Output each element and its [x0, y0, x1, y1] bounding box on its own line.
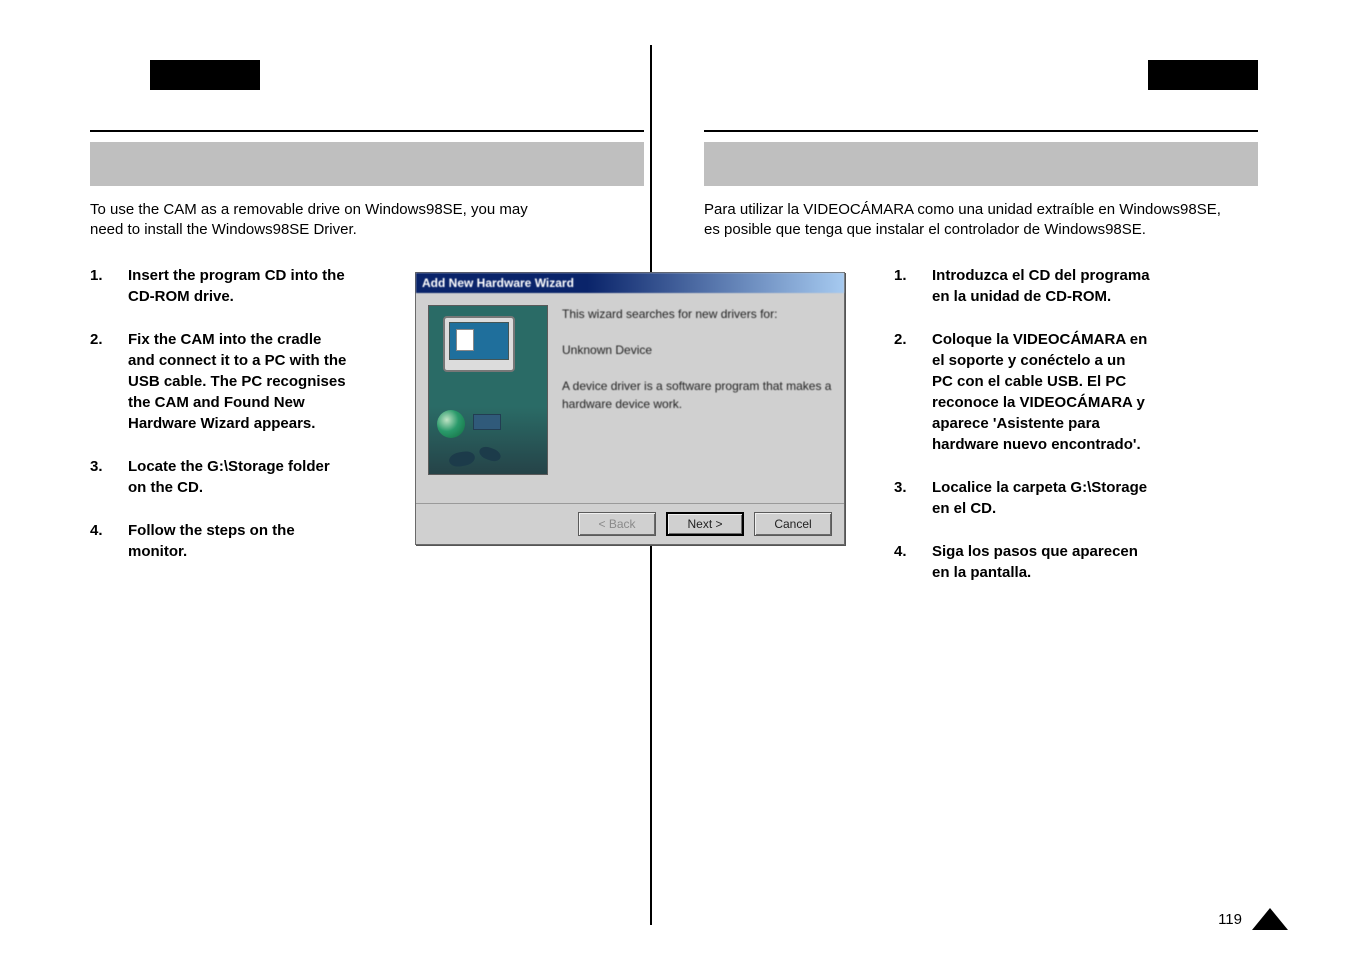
list-item: 4. Siga los pasos que aparecen en la pan…: [894, 541, 1258, 583]
manual-page: To use the CAM as a removable drive on W…: [0, 0, 1348, 954]
step-number: 2.: [90, 329, 108, 434]
section-title-band-left: [90, 142, 644, 186]
section-rule: [90, 130, 644, 132]
document-icon: [456, 329, 474, 351]
wizard-titlebar: Add New Hardware Wizard: [416, 273, 844, 293]
add-new-hardware-wizard-dialog: Add New Hardware Wizard This wizard sear…: [415, 272, 845, 545]
step-text: Fix the CAM into the cradle and connect …: [128, 329, 346, 434]
intro-text-es: Para utilizar la VIDEOCÁMARA como una un…: [704, 200, 1258, 241]
header-blackbar-right: [1148, 60, 1258, 90]
wizard-line1: This wizard searches for new drivers for…: [562, 305, 832, 323]
page-number: 119: [1218, 911, 1242, 928]
step-number: 1.: [894, 265, 912, 307]
step-number: 4.: [894, 541, 912, 583]
step-text: Introduzca el CD del programa en la unid…: [932, 265, 1150, 307]
step-number: 3.: [894, 477, 912, 519]
list-item: 1. Introduzca el CD del programa en la u…: [894, 265, 1258, 307]
header-blackbar-left: [150, 60, 260, 90]
wizard-body: This wizard searches for new drivers for…: [416, 293, 844, 503]
decorative-blob: [478, 445, 503, 464]
step-text: Siga los pasos que aparecen en la pantal…: [932, 541, 1138, 583]
step-number: 4.: [90, 520, 108, 562]
wizard-line2: Unknown Device: [562, 341, 832, 359]
step-text: Insert the program CD into the CD-ROM dr…: [128, 265, 345, 307]
section-rule: [704, 130, 1258, 132]
wizard-text: This wizard searches for new drivers for…: [562, 305, 832, 491]
step-text: Coloque la VIDEOCÁMARA en el soporte y c…: [932, 329, 1147, 455]
section-title-band-right: [704, 142, 1258, 186]
step-number: 1.: [90, 265, 108, 307]
step-text: Localice la carpeta G:\Storage en el CD.: [932, 477, 1147, 519]
step-text: Follow the steps on the monitor.: [128, 520, 295, 562]
list-item: 3. Localice la carpeta G:\Storage en el …: [894, 477, 1258, 519]
steps-list-es: 1. Introduzca el CD del programa en la u…: [894, 265, 1258, 605]
wizard-graphic: [428, 305, 548, 475]
monitor-icon: [443, 316, 515, 372]
wizard-line3: A device driver is a software program th…: [562, 377, 832, 413]
list-item: 2. Coloque la VIDEOCÁMARA en el soporte …: [894, 329, 1258, 455]
back-button[interactable]: < Back: [578, 512, 656, 536]
step-text: Locate the G:\Storage folder on the CD.: [128, 456, 330, 498]
wizard-button-row: < Back Next > Cancel: [416, 503, 844, 544]
decorative-blob: [448, 450, 476, 468]
next-button[interactable]: Next >: [666, 512, 744, 536]
monitor-screen: [449, 322, 509, 360]
chip-icon: [473, 414, 501, 430]
cancel-button[interactable]: Cancel: [754, 512, 832, 536]
step-number: 3.: [90, 456, 108, 498]
step-number: 2.: [894, 329, 912, 455]
page-up-arrow-icon: [1252, 908, 1288, 930]
intro-text-en: To use the CAM as a removable drive on W…: [90, 200, 644, 241]
globe-icon: [437, 410, 465, 438]
